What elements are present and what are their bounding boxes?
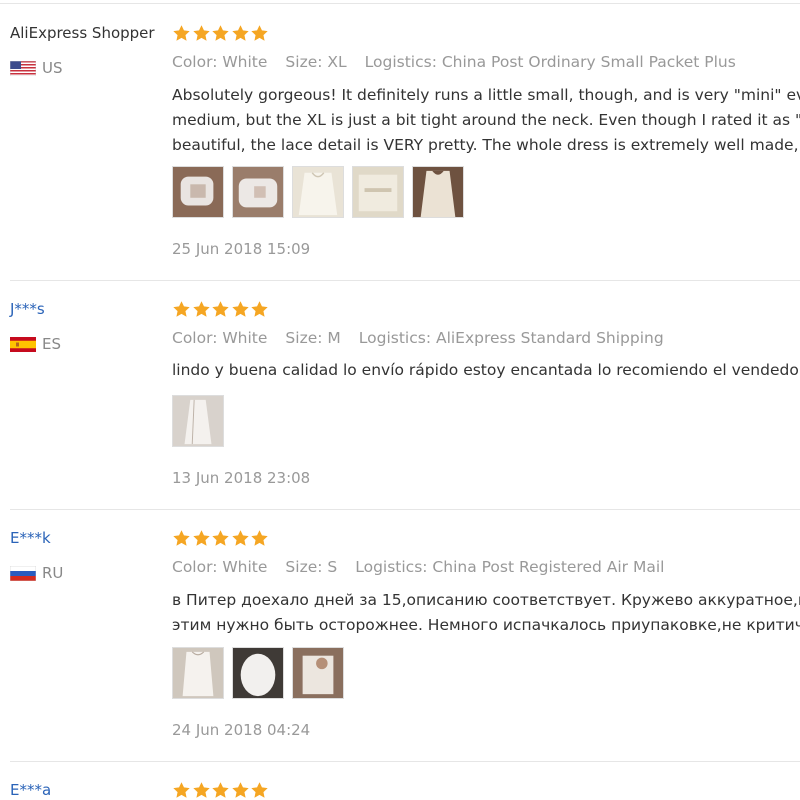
size-attribute: Size: XL — [285, 53, 347, 71]
star-icon — [231, 782, 249, 798]
review-photo-thumbnail[interactable] — [292, 647, 344, 699]
rating-stars — [172, 529, 270, 548]
star-icon — [212, 25, 229, 41]
review-photo-thumbnail[interactable] — [172, 647, 224, 699]
order-info: Color: White Size: S Logistics: China Post… — [172, 558, 682, 576]
review-photos — [172, 166, 472, 218]
order-info: Color: White Size: XL Logistics: China Pos… — [172, 53, 754, 71]
reviewer-name[interactable]: J***s — [10, 300, 45, 318]
star-icon — [192, 782, 210, 798]
us-flag-icon — [10, 60, 36, 76]
review-photo-thumbnail[interactable] — [352, 166, 404, 218]
rating-stars — [172, 24, 270, 43]
review-photo-thumbnail[interactable] — [232, 647, 284, 699]
star-icon — [173, 25, 190, 41]
review-photo-thumbnail[interactable] — [232, 166, 284, 218]
star-icon — [251, 782, 268, 798]
logistics-attribute: Logistics: AliExpress Standard Shipping — [358, 329, 664, 347]
review-text-line: Absolutely gorgeous! It definitely runs … — [172, 86, 800, 104]
star-icon — [173, 301, 190, 317]
star-icon — [251, 25, 268, 41]
rating-stars — [172, 781, 270, 800]
review-divider — [10, 761, 800, 762]
review-text-line: в Питер доехало дней за 15,описанию соот… — [172, 591, 800, 609]
star-icon — [173, 530, 190, 546]
star-icon — [231, 301, 249, 317]
color-attribute: Color: White — [172, 558, 268, 576]
country-code: US — [42, 59, 63, 77]
reviewer-country: ES — [10, 335, 61, 353]
review-date: 25 Jun 2018 15:09 — [172, 240, 311, 258]
review-divider — [10, 280, 800, 281]
reviewer-country: RU — [10, 564, 63, 582]
review-text-line: этим нужно быть осторожнее. Немного испа… — [172, 616, 800, 634]
review-text: в Питер доехало дней за 15,описанию соот… — [172, 588, 800, 638]
star-icon — [173, 782, 190, 798]
size-attribute: Size: M — [285, 329, 341, 347]
es-flag-icon — [10, 336, 36, 352]
review-text: lindo y buena calidad lo envío rápido es… — [172, 358, 800, 383]
review-date: 24 Jun 2018 04:24 — [172, 721, 311, 739]
review-date: 13 Jun 2018 23:08 — [172, 469, 311, 487]
review-photo-thumbnail[interactable] — [172, 395, 224, 447]
star-icon — [231, 25, 249, 41]
star-icon — [192, 301, 210, 317]
review-text: Absolutely gorgeous! It definitely runs … — [172, 83, 800, 158]
order-info: Color: White Size: M Logistics: AliExpress… — [172, 329, 682, 347]
top-divider — [0, 3, 800, 4]
star-icon — [192, 530, 210, 546]
star-icon — [212, 301, 229, 317]
review-photo-thumbnail[interactable] — [412, 166, 464, 218]
reviewer-name[interactable]: E***k — [10, 529, 51, 547]
logistics-attribute: Logistics: China Post Registered Air Mai… — [355, 558, 665, 576]
review-divider — [10, 509, 800, 510]
reviewer-country: US — [10, 59, 63, 77]
review-text-line: medium, but the XL is just a bit tight a… — [172, 111, 800, 129]
review-photo-thumbnail[interactable] — [292, 166, 344, 218]
rating-stars — [172, 300, 270, 319]
star-icon — [251, 301, 268, 317]
reviewer-name: AliExpress Shopper — [10, 24, 155, 42]
country-code: ES — [42, 335, 61, 353]
star-icon — [192, 25, 210, 41]
color-attribute: Color: White — [172, 53, 268, 71]
star-icon — [212, 782, 229, 798]
star-icon — [212, 530, 229, 546]
star-icon — [251, 530, 268, 546]
color-attribute: Color: White — [172, 329, 268, 347]
country-code: RU — [42, 564, 64, 582]
review-photos — [172, 647, 352, 699]
logistics-attribute: Logistics: China Post Ordinary Small Pac… — [364, 53, 736, 71]
review-photo-thumbnail[interactable] — [172, 166, 224, 218]
star-icon — [231, 530, 249, 546]
reviewer-name[interactable]: E***a — [10, 781, 51, 799]
review-text-line: lindo y buena calidad lo envío rápido es… — [172, 361, 800, 379]
size-attribute: Size: S — [285, 558, 338, 576]
ru-flag-icon — [10, 565, 36, 581]
review-photos — [172, 395, 232, 447]
review-text-line: beautiful, the lace detail is VERY prett… — [172, 136, 800, 154]
